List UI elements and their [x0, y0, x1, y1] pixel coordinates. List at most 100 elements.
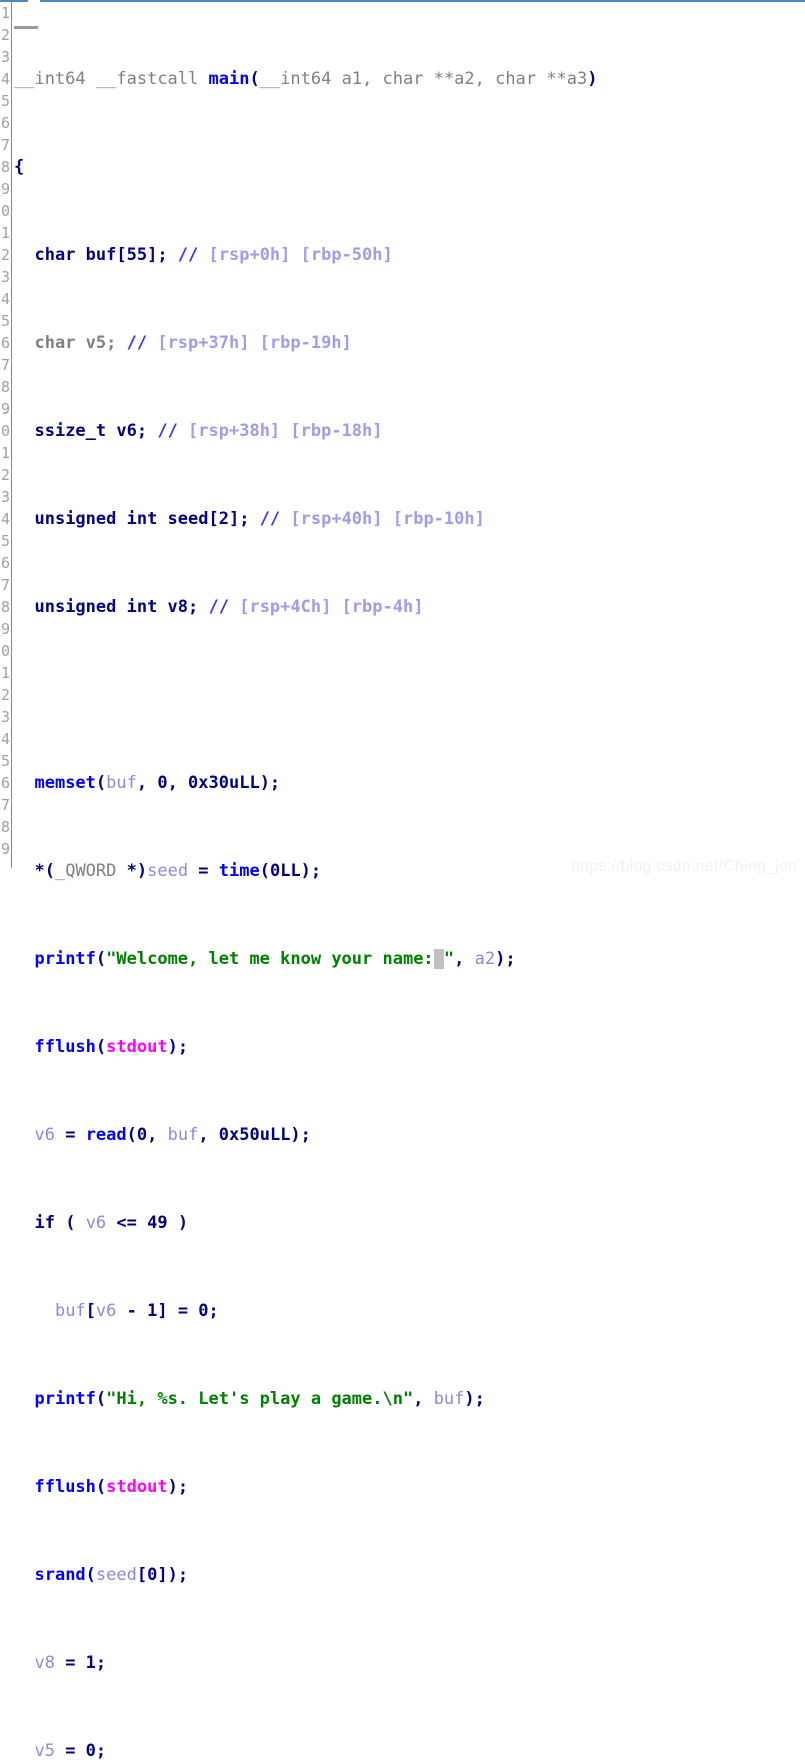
line-number: 13 [0, 268, 11, 286]
token-call-memset[interactable]: memset [34, 773, 95, 793]
line-number: 38 [0, 818, 11, 836]
token-comma-printf-1: , [454, 949, 475, 969]
token-string-welcome[interactable]: "Welcome, let me know your name: [106, 949, 434, 969]
token-selected-space[interactable] [433, 949, 444, 969]
token-comma-printf-2: , [413, 1389, 434, 1409]
token-call-fflush-1[interactable]: fflush [34, 1037, 95, 1057]
code-line-13[interactable]: v6 = read(0, buf, 0x50uLL); [14, 1124, 805, 1146]
token-call-printf-welcome[interactable]: printf [34, 949, 95, 969]
token-paren-memset: ( [95, 773, 107, 793]
token-comment-offsets-3: [rsp+0h] [rbp-50h] [198, 245, 393, 265]
token-call-printf-hi[interactable]: printf [34, 1389, 95, 1409]
line-number: 30 [0, 642, 11, 660]
token-read-args-pre: (0, [126, 1125, 168, 1145]
line-number: 2 [0, 26, 10, 44]
token-comment-slashes-6: // [259, 509, 281, 529]
token-var-buf-index[interactable]: buf [55, 1301, 86, 1321]
line-number: 29 [0, 620, 11, 638]
line-number: 18 [0, 378, 11, 396]
token-assign-eq-v6: = [54, 1125, 86, 1145]
line-number-gutter: 1234567891011121314151617181920212223242… [0, 2, 11, 882]
token-call-read[interactable]: read [86, 1125, 127, 1145]
line-number: 19 [0, 400, 11, 418]
token-decl-v5-unused: char v5; [34, 333, 127, 353]
line-number: 16 [0, 334, 11, 352]
code-line-1[interactable]: __int64 __fastcall main(__int64 a1, char… [14, 68, 805, 90]
code-line-7[interactable]: unsigned int v8; // [rsp+4Ch] [rbp-4h] [14, 596, 805, 618]
token-var-v6-assign[interactable]: v6 [34, 1125, 54, 1145]
code-line-9[interactable]: memset(buf, 0, 0x30uLL); [14, 772, 805, 794]
token-assign-eq-seed: = [188, 861, 219, 881]
token-comment-offsets-4: [rsp+37h] [rbp-19h] [147, 333, 352, 353]
line-number: 7 [0, 136, 10, 154]
token-global-stdout-2[interactable]: stdout [106, 1477, 167, 1497]
token-keyword-if-1: if [34, 1213, 55, 1233]
token-var-v8-init[interactable]: v8 [34, 1653, 54, 1673]
token-decl-buf: buf[55]; [75, 245, 178, 265]
token-close-srand: [0]); [136, 1565, 189, 1585]
line-number: 33 [0, 708, 11, 726]
token-var-v5-init[interactable]: v5 [34, 1741, 54, 1761]
code-line-6[interactable]: unsigned int seed[2]; // [rsp+40h] [rbp-… [14, 508, 805, 530]
line-number: 17 [0, 356, 11, 374]
token-v8-assign-1: = 1; [54, 1653, 107, 1673]
token-var-seed[interactable]: seed [147, 861, 188, 881]
code-line-3[interactable]: char buf[55]; // [rsp+0h] [rbp-50h] [14, 244, 805, 266]
token-deref-open: *( [34, 861, 55, 881]
line-number: 11 [0, 224, 11, 242]
token-brace-open-fn: { [14, 157, 25, 177]
line-number: 26 [0, 554, 11, 572]
token-type-qword: _QWORD [54, 861, 117, 881]
token-decl-seed: seed[2]; [157, 509, 260, 529]
line-number: 28 [0, 598, 11, 616]
line-number: 9 [0, 180, 10, 198]
line-number: 8 [0, 158, 10, 176]
token-index-rest: - 1] = 0; [116, 1301, 219, 1321]
token-paren-printf-2: ( [95, 1389, 107, 1409]
token-calling-convention: __fastcall [95, 69, 199, 89]
token-close-printf-2: ); [464, 1389, 485, 1409]
code-line-18[interactable]: srand(seed[0]); [14, 1564, 805, 1586]
code-line-17[interactable]: fflush(stdout); [14, 1476, 805, 1498]
token-if1-rest: <= 49 ) [106, 1213, 189, 1233]
code-text-area[interactable]: __int64 __fastcall main(__int64 a1, char… [14, 2, 805, 1764]
token-var-buf-memset[interactable]: buf [106, 773, 137, 793]
code-line-2[interactable]: { [14, 156, 805, 178]
token-type-char-buf: char [34, 245, 76, 265]
token-if1-open: ( [54, 1213, 86, 1233]
line-number: 22 [0, 466, 11, 484]
token-call-fflush-2[interactable]: fflush [34, 1477, 95, 1497]
token-string-hi[interactable]: "Hi, %s. Let's play a game.\n" [106, 1389, 413, 1409]
token-function-name-main[interactable]: main [209, 69, 250, 89]
code-line-16[interactable]: printf("Hi, %s. Let's play a game.\n", b… [14, 1388, 805, 1410]
code-line-19[interactable]: v8 = 1; [14, 1652, 805, 1674]
code-line-15[interactable]: buf[v6 - 1] = 0; [14, 1300, 805, 1322]
line-number: 24 [0, 510, 11, 528]
token-var-buf-printf[interactable]: buf [434, 1389, 465, 1409]
token-var-v6-index[interactable]: v6 [96, 1301, 116, 1321]
token-var-v6-cond[interactable]: v6 [86, 1213, 106, 1233]
code-line-12[interactable]: fflush(stdout); [14, 1036, 805, 1058]
line-number: 21 [0, 444, 11, 462]
line-number: 12 [0, 246, 11, 264]
code-line-4[interactable]: char v5; // [rsp+37h] [rbp-19h] [14, 332, 805, 354]
token-decl-v6: v6; [106, 421, 158, 441]
code-line-14[interactable]: if ( v6 <= 49 ) [14, 1212, 805, 1234]
code-line-11[interactable]: printf("Welcome, let me know your name: … [14, 948, 805, 970]
token-call-time[interactable]: time [219, 861, 260, 881]
token-var-buf-read[interactable]: buf [168, 1125, 199, 1145]
token-paren-fflush-1: ( [95, 1037, 107, 1057]
token-call-srand[interactable]: srand [34, 1565, 85, 1585]
token-var-a2[interactable]: a2 [475, 949, 495, 969]
code-line-20[interactable]: v5 = 0; [14, 1740, 805, 1762]
line-number: 3 [0, 48, 10, 66]
pseudocode-view[interactable]: 1234567891011121314151617181920212223242… [0, 0, 805, 1761]
line-number: 15 [0, 312, 11, 330]
token-global-stdout-1[interactable]: stdout [106, 1037, 167, 1057]
code-line-5[interactable]: ssize_t v6; // [rsp+38h] [rbp-18h] [14, 420, 805, 442]
token-space-2 [198, 69, 208, 89]
line-number: 10 [0, 202, 11, 220]
token-var-seed-srand[interactable]: seed [96, 1565, 137, 1585]
token-space-1 [86, 69, 96, 89]
token-signature-params: __int64 a1, char **a2, char **a3 [259, 69, 588, 89]
